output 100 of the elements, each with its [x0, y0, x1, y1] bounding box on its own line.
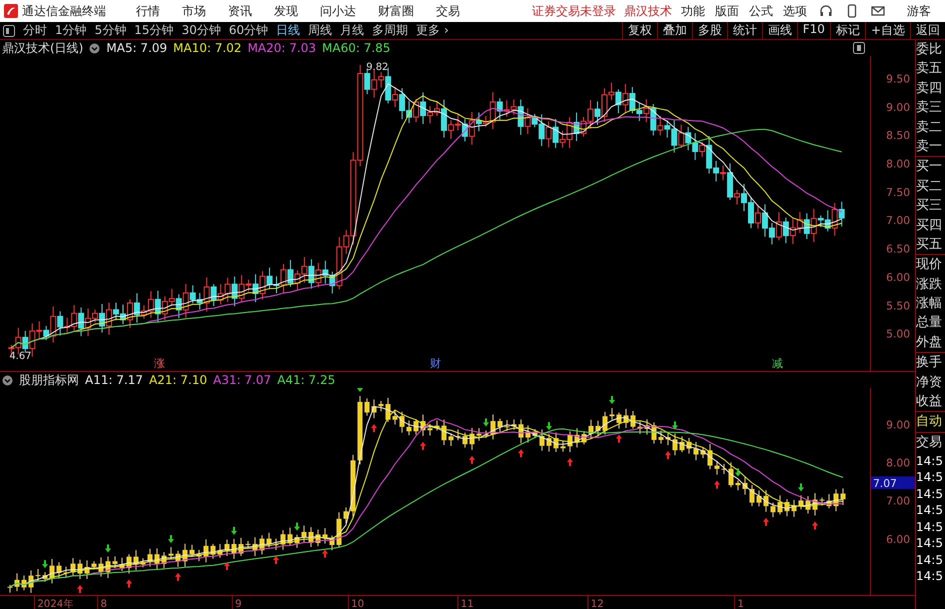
- period-tab[interactable]: 60分钟: [224, 22, 272, 39]
- price-axis-label: 9.00: [886, 100, 910, 114]
- low-price-label: 4.67: [9, 351, 32, 362]
- date-axis-label: 9: [235, 599, 242, 609]
- menu-item[interactable]: 资讯: [228, 0, 252, 22]
- trade-time: 14:5: [916, 518, 944, 536]
- login-notice[interactable]: 证券交易未登录: [532, 2, 616, 20]
- phone-icon[interactable]: [845, 4, 859, 18]
- panel-toggle-icon[interactable]: [3, 24, 15, 36]
- chevron-circle-icon[interactable]: [89, 42, 100, 54]
- indicator-value: A21: 7.10: [149, 373, 208, 387]
- period-tab[interactable]: 日线: [272, 22, 304, 39]
- date-axis-label: 10: [351, 599, 364, 609]
- quote-label: 涨幅: [916, 295, 943, 314]
- toolbar-button[interactable]: F10: [796, 22, 830, 39]
- date-axis-label: 8: [100, 599, 107, 609]
- quote-label: 买一: [916, 156, 945, 177]
- price-axis-label: 9.50: [886, 72, 910, 86]
- menu-item[interactable]: 公式: [749, 0, 773, 22]
- indicator-value: A31: 7.07: [213, 373, 272, 387]
- toolbar-button[interactable]: 标记: [830, 22, 865, 39]
- toolbar-button[interactable]: 多股: [692, 22, 727, 39]
- quote-label: 换手: [916, 352, 945, 373]
- menu-item[interactable]: 功能: [681, 0, 705, 22]
- period-tab[interactable]: 30分钟: [178, 22, 225, 39]
- indicator-axis-label: 8.00: [886, 456, 910, 470]
- event-marker[interactable]: 减: [772, 357, 783, 370]
- chevron-circle-icon[interactable]: [2, 374, 13, 386]
- menu-item[interactable]: 版面: [715, 0, 739, 22]
- chart-title: 鼎汉技术(日线): [2, 40, 84, 56]
- user-label[interactable]: 游客: [907, 2, 931, 20]
- quote-label: 净资: [916, 374, 943, 392]
- menu-item[interactable]: 选项: [783, 0, 807, 22]
- price-axis-label: 8.00: [886, 158, 910, 171]
- date-axis-label: 12: [590, 599, 604, 609]
- date-axis-label: 2024年: [37, 599, 74, 609]
- quote-label: 总量: [916, 314, 943, 332]
- trade-time: 14:5: [916, 452, 944, 470]
- period-tab[interactable]: 分时: [19, 22, 51, 39]
- toolbar-button[interactable]: 叠加: [656, 22, 692, 39]
- quote-label: 买五: [916, 236, 943, 254]
- trade-time: 14:5: [916, 568, 944, 585]
- mail-icon[interactable]: [871, 4, 885, 18]
- toolbar-button[interactable]: 返回: [910, 22, 945, 39]
- quote-label: 卖三: [916, 99, 943, 118]
- indicator-axis-label: 7.00: [886, 494, 910, 508]
- high-price-label: 9.82: [366, 62, 388, 73]
- app-title: 通达信金融终端: [22, 2, 106, 20]
- quote-label: 外盘: [916, 334, 943, 352]
- price-axis-label: 7.50: [886, 186, 910, 199]
- period-tab[interactable]: 15分钟: [130, 22, 178, 39]
- period-tab[interactable]: 5分钟: [90, 22, 130, 39]
- date-axis-label: 1: [737, 599, 744, 609]
- more-menu[interactable]: 更多 ›: [412, 22, 453, 39]
- indicator-value: MA5: 7.09: [106, 41, 168, 55]
- headset-icon[interactable]: [819, 4, 833, 18]
- event-marker[interactable]: 财: [430, 357, 442, 370]
- trade-time: 14:5: [916, 486, 944, 502]
- quote-label: 买四: [916, 216, 943, 235]
- toolbar-button[interactable]: 复权: [622, 22, 657, 39]
- menu-item[interactable]: 交易: [436, 0, 460, 22]
- date-axis-label: 11: [460, 599, 474, 609]
- logo-icon: [4, 4, 18, 18]
- period-tab[interactable]: 多周期: [368, 22, 412, 39]
- toolbar-button[interactable]: +自选: [864, 22, 910, 39]
- period-tab[interactable]: 1分钟: [51, 22, 91, 39]
- quote-label: 涨跌: [916, 276, 943, 294]
- chart-title: 股朋指标网: [19, 372, 79, 388]
- indicator-value: A41: 7.25: [277, 373, 336, 387]
- period-tab[interactable]: 周线: [304, 22, 336, 39]
- quote-label: 卖二: [916, 118, 943, 137]
- period-tab[interactable]: 月线: [336, 22, 368, 39]
- indicator-axis-label: 9.00: [886, 418, 910, 432]
- trade-time: 14:5: [916, 469, 944, 486]
- menu-item[interactable]: 市场: [182, 0, 206, 22]
- price-axis-label: 8.50: [886, 129, 910, 142]
- indicator-value: MA20: 7.03: [248, 41, 316, 55]
- trade-time: 14:5: [916, 552, 944, 568]
- menu-item[interactable]: 财富圈: [378, 0, 414, 22]
- price-axis-label: 5.50: [886, 299, 910, 312]
- trade-time: 14:5: [916, 535, 944, 552]
- indicator-value: A11: 7.17: [85, 373, 144, 387]
- menu-item[interactable]: 发现: [274, 0, 298, 22]
- quote-label: 买三: [916, 197, 943, 216]
- indicator-axis-label: 6.00: [886, 532, 910, 546]
- event-marker[interactable]: 涨: [154, 357, 165, 370]
- quote-label: 买二: [916, 178, 943, 196]
- toolbar-button[interactable]: 统计: [726, 22, 762, 39]
- indicator-value: MA10: 7.02: [173, 41, 242, 55]
- quote-label: 委比: [916, 41, 943, 59]
- quote-label: 卖四: [916, 80, 943, 98]
- price-axis-label: 6.00: [886, 270, 910, 284]
- menu-item[interactable]: 行情: [136, 0, 160, 22]
- trade-label: 交易: [916, 432, 945, 453]
- price-axis-label: 5.00: [886, 328, 910, 341]
- window-toggle-icon[interactable]: [853, 42, 865, 54]
- menu-item[interactable]: 问小达: [320, 0, 356, 22]
- trade-time: 14:5: [916, 502, 944, 519]
- toolbar-button[interactable]: 画线: [762, 22, 797, 39]
- auto-trade-label[interactable]: 自动: [916, 411, 945, 432]
